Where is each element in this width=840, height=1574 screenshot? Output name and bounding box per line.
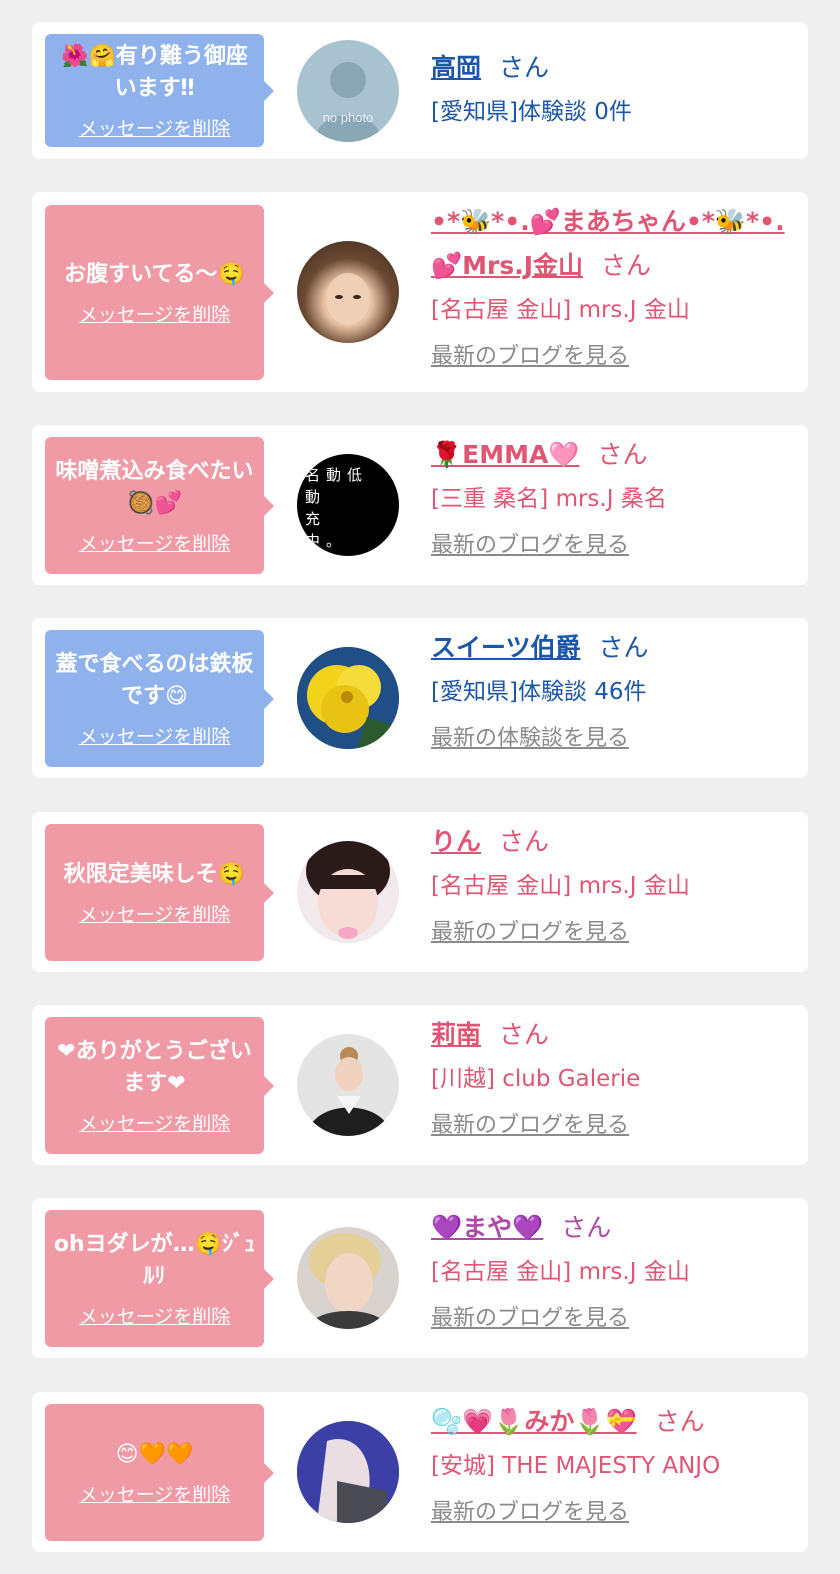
list-item: 🌺🤗有り難う御座います‼ メッセージを削除 no photo 高岡 さん [愛知県… (32, 22, 808, 159)
message-list: 🌺🤗有り難う御座います‼ メッセージを削除 no photo 高岡 さん [愛知県… (0, 0, 840, 1574)
message-bubble: 😊🧡🧡 メッセージを削除 (45, 1404, 274, 1541)
message-bubble: 秋限定美味しそ🤤 メッセージを削除 (45, 824, 274, 961)
woman-photo-icon (307, 1233, 389, 1329)
profile-detail: [愛知県]体験談 46件 (431, 679, 647, 705)
list-item: 蓋で食べるのは鉄板です😋 メッセージを削除 スイーツ伯爵 さん [愛知県]体験談 … (32, 618, 808, 778)
latest-blog-link[interactable]: 最新のブログを見る (431, 1111, 798, 1141)
woman-photo-icon (307, 1047, 391, 1136)
profile-name-link[interactable]: りん (431, 827, 481, 856)
message-text: ❤ありがとうございます❤ (57, 1038, 252, 1096)
woman-photo-icon (297, 1421, 399, 1523)
delete-message-link[interactable]: メッセージを削除 (79, 303, 231, 327)
no-photo-label: no photo (323, 110, 374, 125)
delete-message-link[interactable]: メッセージを削除 (79, 1112, 231, 1136)
honorific: さん (601, 251, 652, 280)
delete-message-link[interactable]: メッセージを削除 (79, 725, 231, 749)
profile-name-link[interactable]: •*🐝*•.💕まあちゃん•*🐝*•. (431, 207, 785, 236)
delete-message-link[interactable]: メッセージを削除 (79, 903, 231, 927)
message-bubble: ohヨダレが…🤤ｼﾞｭﾙﾘ メッセージを削除 (45, 1210, 274, 1347)
woman-photo-icon (326, 273, 370, 325)
profile-detail: [名古屋 金山] mrs.J 金山 (431, 1259, 690, 1285)
message-text: 蓋で食べるのは鉄板です😋 (55, 651, 254, 709)
list-item: 秋限定美味しそ🤤 メッセージを削除 りん さん [名古屋 金山] mrs.J 金山… (32, 812, 808, 972)
profile-info: 🌹EMMA🩷 さん [三重 桑名] mrs.J 桑名 最新のブログを見る (431, 433, 798, 561)
list-item: 味噌煮込み食べたい🥘💕 メッセージを削除 名動低 動 充 中。 🌹EMMA🩷 さん… (32, 425, 808, 585)
honorific: さん (654, 1407, 705, 1436)
honorific: さん (561, 1213, 612, 1242)
avatar[interactable] (297, 241, 399, 343)
profile-detail: [安城] THE MAJESTY ANJO (431, 1453, 721, 1479)
list-item: 😊🧡🧡 メッセージを削除 🫧💗🌷みか🌷💝 さん [安城] THE MAJESTY … (32, 1392, 808, 1552)
profile-detail: [愛知県]体験談 0件 (431, 99, 632, 125)
profile-name-link[interactable]: 🌹EMMA🩷 (431, 440, 579, 469)
list-item: ❤ありがとうございます❤ メッセージを削除 莉南 さん [川越] club Gal… (32, 1005, 808, 1165)
avatar[interactable] (297, 1421, 399, 1523)
message-text: お腹すいてる〜🤤 (64, 261, 245, 287)
honorific: さん (499, 1020, 550, 1049)
latest-blog-link[interactable]: 最新のブログを見る (431, 1304, 798, 1334)
delete-message-link[interactable]: メッセージを削除 (79, 117, 231, 141)
delete-message-link[interactable]: メッセージを削除 (79, 532, 231, 556)
honorific: さん (597, 440, 648, 469)
avatar[interactable] (297, 1034, 399, 1136)
latest-blog-link[interactable]: 最新のブログを見る (431, 342, 798, 372)
honorific: さん (499, 827, 550, 856)
latest-blog-link[interactable]: 最新のブログを見る (431, 1498, 798, 1528)
message-text: ohヨダレが…🤤ｼﾞｭﾙﾘ (53, 1231, 256, 1289)
avatar[interactable] (297, 647, 399, 749)
woman-photo-icon (306, 841, 390, 939)
message-text: 秋限定美味しそ🤤 (63, 861, 246, 887)
latest-review-link[interactable]: 最新の体験談を見る (431, 724, 798, 754)
message-text: 😊🧡🧡 (115, 1441, 194, 1467)
profile-name-link[interactable]: 💜まや💜 (431, 1213, 543, 1242)
profile-detail: [名古屋 金山] mrs.J 金山 (431, 297, 690, 323)
profile-name-link[interactable]: 🫧💗🌷みか🌷💝 (431, 1407, 637, 1436)
message-text: 🌺🤗有り難う御座います‼ (61, 43, 248, 101)
delete-message-link[interactable]: メッセージを削除 (79, 1483, 231, 1507)
latest-blog-link[interactable]: 最新のブログを見る (431, 531, 798, 561)
profile-info: りん さん [名古屋 金山] mrs.J 金山 最新のブログを見る (431, 820, 798, 948)
latest-blog-link[interactable]: 最新のブログを見る (431, 918, 798, 948)
profile-info: 💜まや💜 さん [名古屋 金山] mrs.J 金山 最新のブログを見る (431, 1206, 798, 1334)
message-bubble: 蓋で食べるのは鉄板です😋 メッセージを削除 (45, 630, 274, 767)
yellow-flower-photo-icon (297, 647, 399, 749)
message-bubble: 味噌煮込み食べたい🥘💕 メッセージを削除 (45, 437, 274, 574)
profile-info: 🫧💗🌷みか🌷💝 さん [安城] THE MAJESTY ANJO 最新のブログを見… (431, 1400, 798, 1528)
avatar-text: 名動低 動 充 中。 (305, 466, 369, 550)
profile-name-link[interactable]: 高岡 (431, 53, 481, 82)
avatar[interactable]: no photo (297, 40, 399, 142)
avatar[interactable] (297, 1227, 399, 1329)
avatar[interactable] (297, 841, 399, 943)
profile-detail: [名古屋 金山] mrs.J 金山 (431, 873, 690, 899)
honorific: さん (499, 53, 550, 82)
profile-info: 高岡 さん [愛知県]体験談 0件 (431, 46, 798, 134)
profile-info: スイーツ伯爵 さん [愛知県]体験談 46件 最新の体験談を見る (431, 626, 798, 754)
message-bubble: 🌺🤗有り難う御座います‼ メッセージを削除 (45, 34, 274, 147)
profile-info: •*🐝*•.💕まあちゃん•*🐝*•. 💕Mrs.J金山 さん [名古屋 金山] m… (431, 200, 798, 372)
no-photo-silhouette-icon: no photo (315, 62, 381, 142)
message-bubble: ❤ありがとうございます❤ メッセージを削除 (45, 1017, 274, 1154)
list-item: お腹すいてる〜🤤 メッセージを削除 •*🐝*•.💕まあちゃん•*🐝*•. 💕Mr… (32, 192, 808, 392)
list-item: ohヨダレが…🤤ｼﾞｭﾙﾘ メッセージを削除 💜まや💜 さん [名古屋 金山] m… (32, 1198, 808, 1358)
profile-info: 莉南 さん [川越] club Galerie 最新のブログを見る (431, 1013, 798, 1141)
delete-message-link[interactable]: メッセージを削除 (79, 1305, 231, 1329)
profile-name-link[interactable]: 莉南 (431, 1020, 481, 1049)
message-bubble: お腹すいてる〜🤤 メッセージを削除 (45, 205, 274, 380)
profile-detail: [川越] club Galerie (431, 1066, 641, 1092)
message-text: 味噌煮込み食べたい🥘💕 (55, 458, 254, 516)
honorific: さん (598, 633, 649, 662)
profile-detail: [三重 桑名] mrs.J 桑名 (431, 486, 667, 512)
profile-name-link-line2[interactable]: 💕Mrs.J金山 (431, 251, 583, 280)
avatar[interactable]: 名動低 動 充 中。 (297, 454, 399, 556)
profile-name-link[interactable]: スイーツ伯爵 (431, 633, 581, 662)
